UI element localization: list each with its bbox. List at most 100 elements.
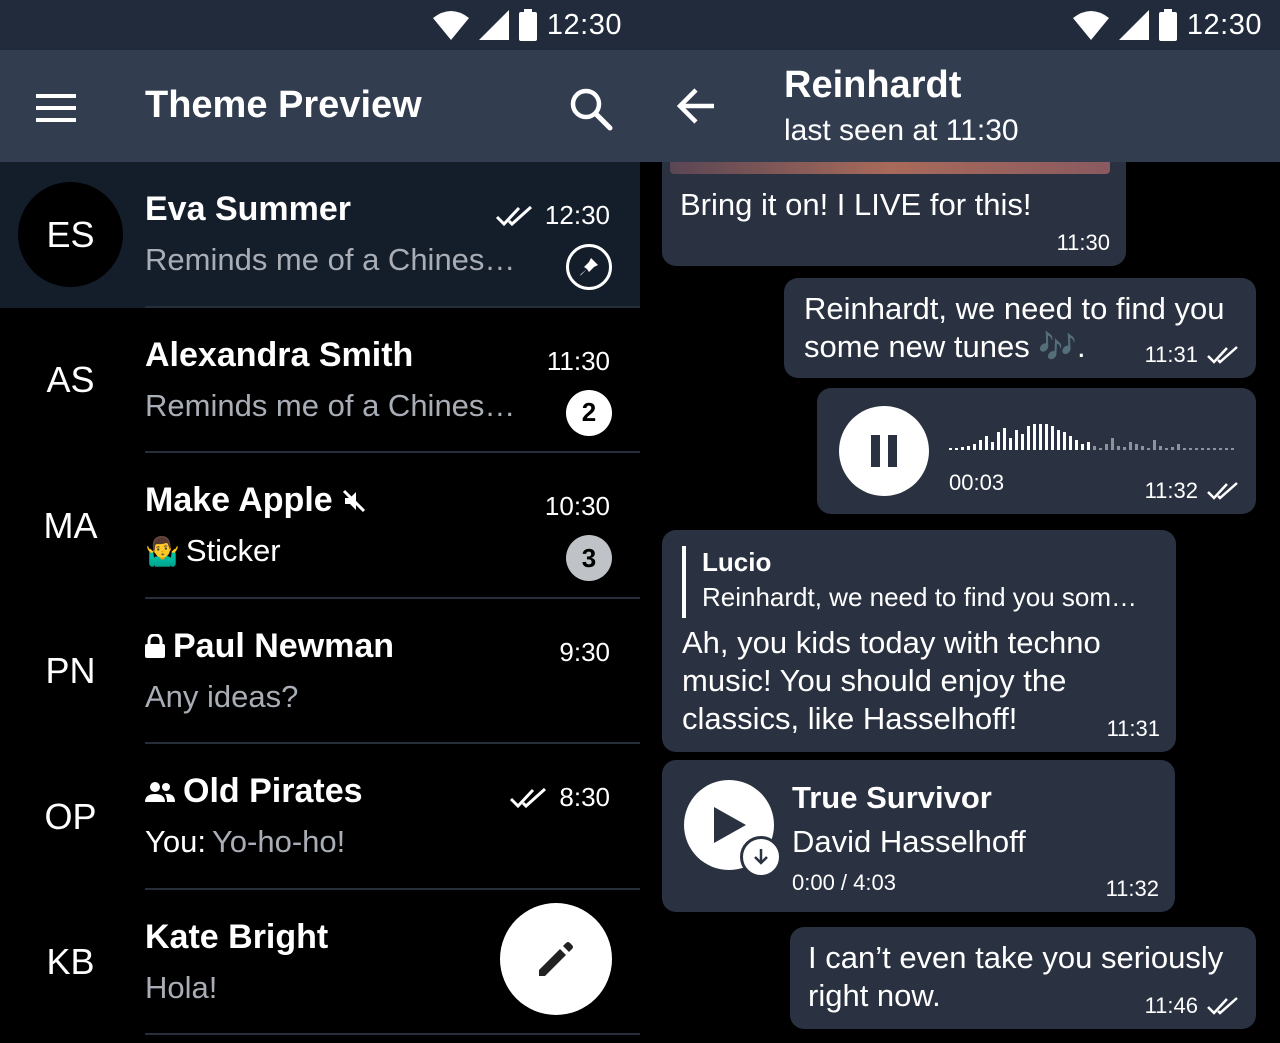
waveform-bar	[1207, 448, 1210, 450]
group-icon	[145, 781, 175, 802]
waveform-bar	[1075, 440, 1078, 450]
chat-name-text: Eva Summer	[145, 190, 351, 228]
message-bubble-incoming-reply[interactable]: Lucio Reinhardt, we need to find you som…	[662, 530, 1176, 752]
chat-preview-text: Yo-ho-ho!	[211, 824, 346, 859]
chat-row-eva-summer[interactable]: ES Eva Summer 12:30 Reminds me of a Chin…	[0, 162, 640, 308]
chat-time: 8:30	[509, 782, 610, 813]
download-arrow-icon	[754, 849, 768, 865]
waveform-bar	[973, 444, 976, 450]
chat-row-old-pirates[interactable]: OP Old Pirates 8:30 You: Yo-ho-ho!	[0, 744, 640, 890]
message-time-text: 11:32	[1144, 478, 1198, 503]
chat-preview: Reminds me of a Chines…	[145, 387, 516, 423]
waveform-bar	[1195, 448, 1198, 450]
page-title: Theme Preview	[145, 84, 422, 126]
message-text-line: Ah, you kids today with techno	[682, 625, 1101, 660]
avatar: KB	[18, 909, 123, 1015]
wifi-icon	[432, 11, 469, 40]
pause-button[interactable]	[839, 406, 929, 496]
chat-name: Old Pirates	[145, 772, 363, 811]
conversation-title[interactable]: Reinhardt	[784, 64, 961, 107]
waveform-bar	[1177, 444, 1180, 450]
back-arrow-icon[interactable]	[676, 88, 716, 124]
download-button[interactable]	[740, 836, 782, 878]
waveform-bar	[1051, 426, 1054, 450]
chat-name: Eva Summer	[145, 190, 351, 229]
waveform-bar	[1123, 447, 1126, 450]
waveform-bar	[1183, 448, 1186, 450]
waveform-bar	[1039, 424, 1042, 450]
message-time: 11:32	[1106, 876, 1159, 902]
reply-text: Reinhardt, we need to find you som…	[702, 582, 1138, 612]
chat-row-paul-newman[interactable]: PN Paul Newman 9:30 Any ideas?	[0, 599, 640, 744]
signal-icon	[1118, 10, 1149, 40]
chat-list-screen: 12:30 Theme Preview ES Eva Summer 12:30 …	[0, 0, 640, 1043]
play-icon	[714, 807, 746, 843]
pin-icon	[566, 244, 612, 290]
chat-preview: Any ideas?	[145, 678, 299, 714]
chat-preview-text: Sticker	[185, 533, 281, 568]
audio-message-bubble[interactable]: True Survivor David Hasselhoff 0:00 / 4:…	[662, 760, 1175, 912]
chat-name: Alexandra Smith	[145, 336, 413, 375]
chat-time-text: 11:30	[546, 345, 610, 376]
message-text: Ah, you kids today with techno music! Yo…	[682, 624, 1101, 738]
shrug-emoji-icon: 🤷‍♂️	[145, 535, 180, 567]
hamburger-menu-icon[interactable]	[36, 94, 76, 122]
conversation-screen: 12:30 Bring it on! I LIVE for this! 11:3…	[640, 0, 1280, 1043]
waveform-bar	[1201, 448, 1204, 450]
voice-duration: 00:03	[949, 470, 1005, 495]
track-artist: David Hasselhoff	[792, 824, 1026, 859]
status-bar: 12:30	[0, 0, 640, 50]
message-time: 11:31	[1107, 716, 1160, 742]
avatar: MA	[18, 473, 123, 578]
chat-name: Kate Bright	[145, 918, 328, 957]
double-check-icon	[495, 205, 532, 226]
message-time: 11:30	[1057, 230, 1110, 256]
battery-icon	[518, 9, 537, 41]
chat-preview: 🤷‍♂️ Sticker	[145, 533, 281, 569]
waveform-bar	[949, 448, 952, 450]
chat-name: Make Apple	[145, 481, 367, 520]
status-time: 12:30	[546, 8, 622, 41]
message-bubble-outgoing[interactable]: I can’t even take you seriously right no…	[790, 927, 1256, 1029]
chat-time-text: 8:30	[559, 782, 610, 812]
message-time: 11:46	[1145, 993, 1240, 1019]
wifi-icon	[1072, 11, 1109, 40]
last-seen-status: last seen at 11:30	[784, 114, 1019, 147]
voice-message-bubble[interactable]: 00:03 11:32	[817, 388, 1256, 514]
double-check-icon	[1207, 482, 1238, 500]
voice-waveform[interactable]	[949, 418, 1239, 454]
double-check-icon	[510, 787, 547, 808]
double-check-icon	[1207, 346, 1238, 364]
compose-button[interactable]	[500, 903, 612, 1015]
waveform-bar	[1219, 448, 1222, 450]
track-progress: 0:00 / 4:03	[792, 870, 896, 895]
waveform-bar	[1189, 448, 1192, 450]
message-time-text: 11:31	[1144, 342, 1198, 367]
avatar: AS	[18, 327, 123, 433]
status-bar: 12:30	[640, 0, 1280, 50]
chat-name-text: Paul Newman	[173, 626, 395, 665]
waveform-bar	[1081, 444, 1084, 450]
chat-name-text: Kate Bright	[145, 917, 329, 956]
chat-row-make-apple[interactable]: MA Make Apple 10:30 🤷‍♂️ Sticker 3	[0, 453, 640, 599]
chat-row-alexandra-smith[interactable]: AS Alexandra Smith 11:30 Reminds me of a…	[0, 308, 640, 453]
chat-name: Paul Newman	[145, 627, 394, 666]
waveform-bar	[1147, 448, 1150, 450]
message-bubble-outgoing[interactable]: Reinhardt, we need to find you some new …	[784, 278, 1256, 378]
signal-icon	[478, 10, 509, 40]
waveform-bar	[1135, 444, 1138, 450]
reply-quote[interactable]: Lucio Reinhardt, we need to find you som…	[682, 546, 1137, 618]
chat-time: 12:30	[495, 200, 610, 231]
status-time: 12:30	[1186, 8, 1262, 41]
message-text: Bring it on! I LIVE for this!	[680, 187, 1032, 222]
pencil-icon	[539, 942, 573, 976]
chat-time-text: 10:30	[544, 491, 610, 521]
unread-badge: 2	[566, 389, 612, 436]
waveform-bar	[1153, 440, 1156, 450]
search-icon[interactable]	[568, 86, 614, 132]
message-text-line: music! You should enjoy the	[682, 663, 1067, 698]
waveform-bar	[1129, 442, 1132, 450]
waveform-bar	[1069, 436, 1072, 450]
chat-name-text: Old Pirates	[183, 772, 363, 810]
waveform-bar	[1225, 448, 1228, 450]
